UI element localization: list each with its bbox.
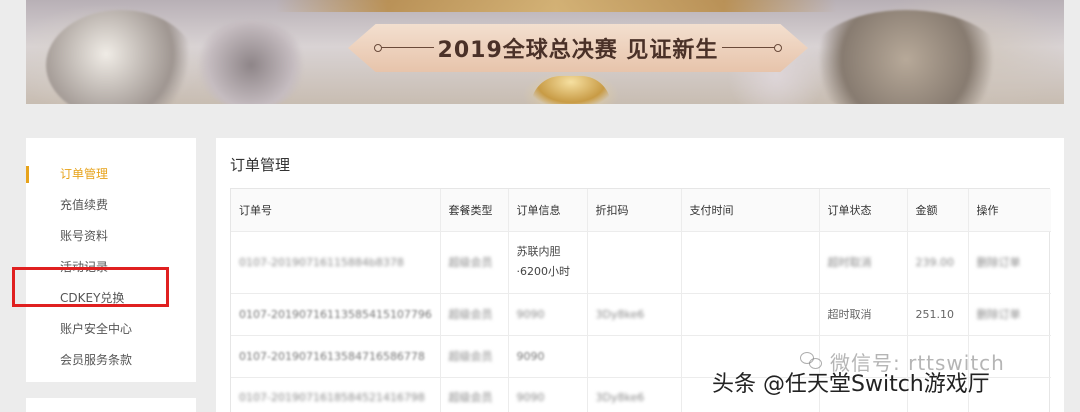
cdkey-highlight-box xyxy=(12,267,169,307)
banner-title-plate: 2019全球总决赛 见证新生 xyxy=(348,24,808,72)
col-discount-code: 折扣码 xyxy=(587,189,682,232)
banner-top-glow xyxy=(276,0,836,12)
toutiao-watermark: 头条 @任天堂Switch游戏厅 xyxy=(712,372,990,397)
package-type-cell: 超级会员 xyxy=(440,231,509,294)
hero-banner: 2019全球总决赛 见证新生 xyxy=(26,0,1064,104)
banner-title: 2019全球总决赛 见证新生 xyxy=(437,38,719,63)
trophy-icon xyxy=(531,76,611,104)
banner-art-dragon xyxy=(196,20,306,104)
col-package-type: 套餐类型 xyxy=(440,189,509,232)
col-order-info: 订单信息 xyxy=(508,189,588,232)
amount-cell: 239.00 xyxy=(907,231,969,294)
table-row: 0107-20190716115884b8378 超级会员 苏联内胆·6200小… xyxy=(231,231,1051,294)
banner-art-right xyxy=(806,10,1006,104)
sidebar-item-security-center[interactable]: 账户安全中心 xyxy=(26,315,196,346)
col-order-status: 订单状态 xyxy=(819,189,908,232)
order-status-cell: 超时取消 xyxy=(819,293,908,336)
ornament-left-icon xyxy=(374,44,434,52)
sidebar-list: 订单管理 充值续费 账号资料 活动记录 CDKEY兑换 账户安全中心 会员服务条… xyxy=(26,138,196,377)
col-order-no: 订单号 xyxy=(231,189,441,232)
sidebar-menu: 订单管理 充值续费 账号资料 活动记录 CDKEY兑换 账户安全中心 会员服务条… xyxy=(26,138,196,382)
order-no-cell: 0107-20190716115884b8378 xyxy=(231,231,441,294)
order-no-cell: 0107-2019071618584521416798 xyxy=(231,377,441,412)
sidebar-item-recharge[interactable]: 充值续费 xyxy=(26,191,196,222)
package-type-cell: 超级会员 xyxy=(440,377,509,412)
sidebar-secondary-panel xyxy=(26,398,196,412)
order-no-cell: 0107-2019071613584716586778 xyxy=(231,335,441,378)
delete-order-link[interactable]: 删除订单 xyxy=(968,293,1051,336)
order-info-cell: 9090 xyxy=(508,335,588,378)
table-header: 订单号 套餐类型 订单信息 折扣码 支付时间 订单状态 金额 操作 xyxy=(231,189,1051,232)
banner-art-left xyxy=(46,10,196,104)
order-info-cell: 9090 xyxy=(508,377,588,412)
order-info-cell: 9090 xyxy=(508,293,588,336)
table-row: 0107-20190716113585415107796 超级会员 9090 3… xyxy=(231,293,1051,336)
package-type-cell: 超级会员 xyxy=(440,293,509,336)
discount-code-cell: 3Dy8ke6 xyxy=(587,293,682,336)
col-action: 操作 xyxy=(968,189,1051,232)
discount-code-cell: 3Dy8ke6 xyxy=(587,377,682,412)
sidebar-item-service-terms[interactable]: 会员服务条款 xyxy=(26,346,196,377)
amount-cell: 251.10 xyxy=(907,293,969,336)
pay-time-cell xyxy=(681,293,820,336)
order-info-cell: 苏联内胆·6200小时 xyxy=(508,231,588,294)
sidebar-item-orders[interactable]: 订单管理 xyxy=(26,160,196,191)
col-amount: 金额 xyxy=(907,189,969,232)
pay-time-cell xyxy=(681,231,820,294)
page-title: 订单管理 xyxy=(230,156,291,174)
col-pay-time: 支付时间 xyxy=(681,189,820,232)
discount-code-cell xyxy=(587,231,682,294)
order-status-cell: 超时取消 xyxy=(819,231,908,294)
delete-order-link[interactable]: 删除订单 xyxy=(968,231,1051,294)
discount-code-cell xyxy=(587,335,682,378)
order-no-cell: 0107-20190716113585415107796 xyxy=(231,293,441,336)
ornament-right-icon xyxy=(722,44,782,52)
page: 2019全球总决赛 见证新生 订单管理 充值续费 账号资料 活动记录 CDKEY… xyxy=(0,0,1080,412)
package-type-cell: 超级会员 xyxy=(440,335,509,378)
sidebar-item-account-info[interactable]: 账号资料 xyxy=(26,222,196,253)
